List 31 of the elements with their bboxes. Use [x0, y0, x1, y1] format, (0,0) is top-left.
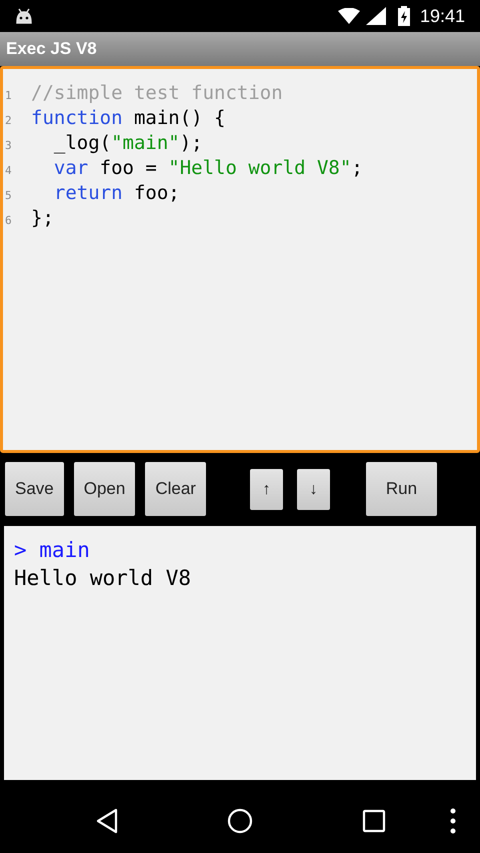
code-line: function main() {	[31, 106, 226, 131]
signal-icon	[366, 7, 386, 25]
line-number: 2	[4, 113, 13, 129]
line-number: 1	[4, 88, 13, 104]
android-icon	[15, 8, 33, 24]
code-editor[interactable]: 1 //simple test function 2 function main() { 3 _log("main"); 4 var foo = "Hello world V8"; 5 return foo; 6 };	[0, 66, 480, 453]
toolbar-button[interactable]: Run	[366, 462, 437, 516]
back-icon[interactable]	[95, 808, 119, 834]
line-number: 4	[4, 163, 13, 179]
line-number: 5	[4, 188, 13, 204]
arrow-button[interactable]: ↓	[296, 469, 330, 510]
toolbar-button[interactable]: Clear	[145, 462, 206, 516]
toolbar-button[interactable]: Save	[5, 462, 64, 516]
code-line: var foo = "Hello world V8";	[52, 156, 363, 181]
arrow-button[interactable]: ↑	[250, 469, 283, 510]
code-line: _log("main");	[52, 131, 203, 156]
clock-time: 19:41	[420, 4, 465, 28]
line-number: 6	[4, 213, 13, 229]
app-title: Exec JS V8	[6, 38, 97, 60]
code-line: };	[31, 206, 54, 231]
wifi-icon	[338, 8, 360, 24]
console-result: Hello world V8	[14, 565, 192, 592]
toolbar-button[interactable]: Open	[74, 462, 136, 516]
battery-icon	[398, 6, 410, 26]
code-line: //simple test function	[31, 81, 283, 106]
code-line: return foo;	[52, 181, 180, 206]
more-icon[interactable]	[450, 808, 456, 834]
console-command: > main	[14, 537, 91, 564]
line-number: 3	[4, 138, 13, 154]
recents-icon[interactable]	[362, 809, 386, 833]
home-icon[interactable]	[227, 808, 253, 834]
